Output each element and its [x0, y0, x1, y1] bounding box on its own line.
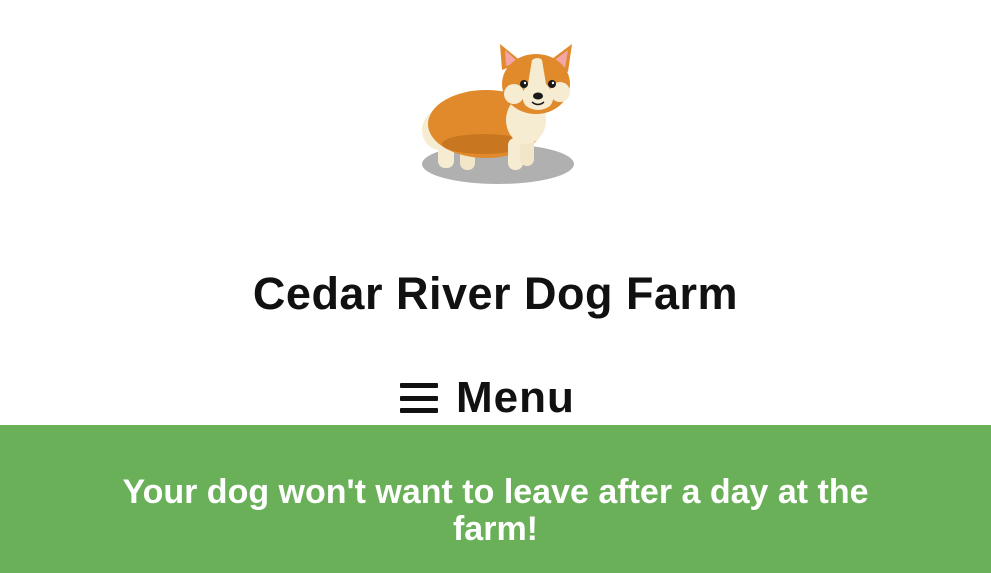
menu-label: Menu	[456, 373, 575, 422]
hamburger-icon	[400, 383, 438, 413]
banner-text: Your dog won't want to leave after a day…	[122, 473, 869, 548]
menu-button[interactable]: Menu	[400, 372, 575, 424]
corgi-dog-logo[interactable]	[414, 40, 576, 188]
page: Cedar River Dog Farm Menu Your dog won't…	[0, 0, 991, 573]
site-title[interactable]: Cedar River Dog Farm	[0, 266, 991, 322]
